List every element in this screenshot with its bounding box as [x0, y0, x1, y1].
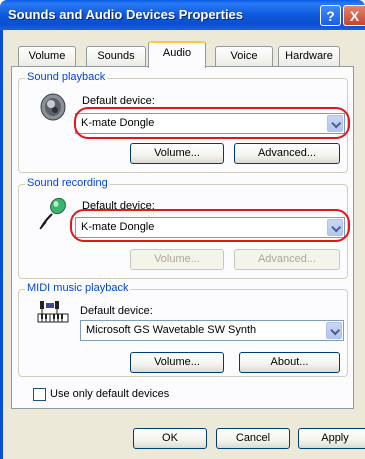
title-bar: Sounds and Audio Devices Properties ? X [0, 0, 365, 30]
playback-advanced-button[interactable]: Advanced... [234, 143, 340, 164]
midi-keyboard-icon [37, 301, 69, 323]
help-button[interactable]: ? [320, 5, 341, 26]
playback-volume-button[interactable]: Volume... [130, 143, 224, 164]
highlight-ring-playback [74, 107, 350, 139]
tab-hardware[interactable]: Hardware [278, 46, 340, 66]
midi-playback-legend: MIDI music playback [25, 282, 131, 294]
tab-sounds[interactable]: Sounds [86, 46, 146, 66]
use-default-devices-checkbox[interactable] [33, 388, 46, 401]
sound-recording-legend: Sound recording [25, 177, 110, 189]
sound-playback-legend: Sound playback [25, 71, 108, 83]
midi-device-label: Default device: [80, 305, 153, 317]
microphone-icon [39, 197, 66, 230]
ok-button[interactable]: OK [133, 428, 207, 449]
use-default-devices-label: Use only default devices [50, 388, 170, 400]
window-title: Sounds and Audio Devices Properties [8, 7, 244, 22]
playback-device-label: Default device: [82, 95, 155, 107]
recording-volume-button[interactable]: Volume... [130, 249, 224, 270]
chevron-down-icon[interactable] [326, 322, 342, 339]
tab-voice[interactable]: Voice [215, 46, 273, 66]
tab-volume[interactable]: Volume [18, 46, 76, 66]
window-border [0, 30, 3, 459]
midi-about-button[interactable]: About... [239, 352, 340, 373]
midi-volume-button[interactable]: Volume... [130, 352, 224, 373]
highlight-ring-recording [70, 209, 350, 242]
cancel-button[interactable]: Cancel [216, 428, 290, 449]
speaker-icon [40, 93, 66, 121]
apply-button[interactable]: Apply [298, 428, 365, 449]
midi-device-select[interactable]: Microsoft GS Wavetable SW Synth [80, 320, 344, 341]
close-button[interactable]: X [343, 5, 365, 26]
midi-selected-value: Microsoft GS Wavetable SW Synth [86, 324, 257, 336]
tab-audio[interactable]: Audio [148, 41, 206, 68]
recording-advanced-button[interactable]: Advanced... [234, 249, 340, 270]
